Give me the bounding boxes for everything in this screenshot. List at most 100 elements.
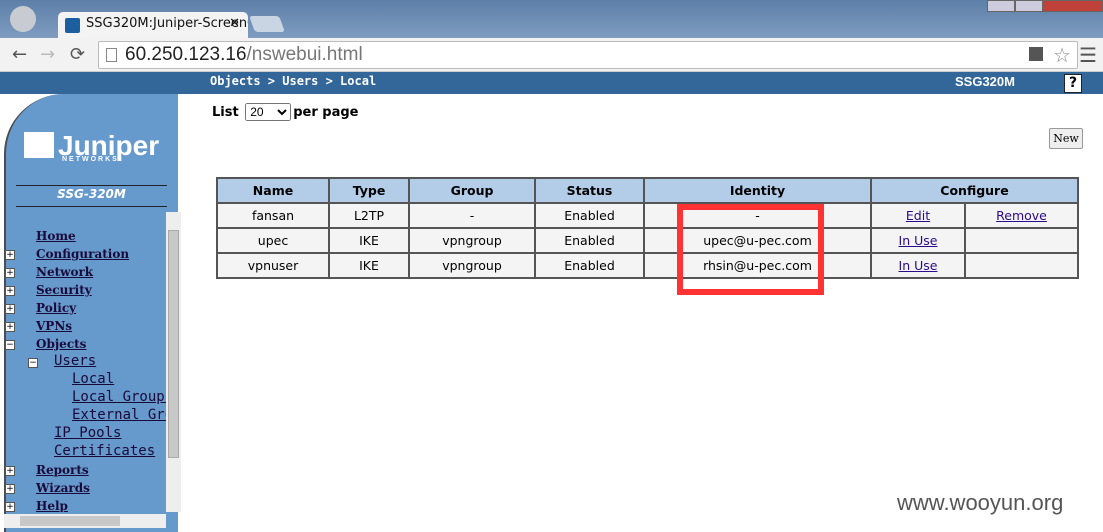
sidebar-item-users[interactable]: − Users [4,353,166,372]
cell-status: Enabled [534,252,645,279]
minimize-button[interactable] [987,0,1015,12]
sidebar-link[interactable]: Users [54,353,96,369]
divider [16,185,167,186]
collapse-icon[interactable]: − [28,358,38,368]
address-path: /nswebui.html [246,44,363,65]
sidebar-item-local-groups[interactable]: Local Groups [4,389,166,408]
cell-type: L2TP [328,202,410,229]
sidebar-item-certificates[interactable]: Certificates [4,443,166,462]
forward-button[interactable]: → [40,44,55,65]
address-host: 60.250.123.16 [125,44,247,65]
cell-status: Enabled [534,202,645,229]
sidebar-item-home[interactable]: Home [4,228,166,246]
watermark: www.wooyun.org [897,490,1064,515]
expand-icon[interactable]: + [5,268,15,278]
cell-group: vpngroup [408,227,536,254]
back-button[interactable]: ← [12,44,27,65]
col-configure: Configure [870,177,1079,204]
cell-group: vpngroup [408,252,536,279]
cell-name: vpnuser [216,252,330,279]
sidebar-item-local[interactable]: Local [4,371,166,390]
col-identity: Identity [643,177,872,204]
vertical-scrollbar[interactable] [166,212,181,512]
sidebar-link[interactable]: Local Groups [72,389,166,405]
sidebar-item-help[interactable]: + Help [4,498,166,512]
new-button[interactable]: New [1049,128,1083,149]
browser-tab[interactable]: SSG320M:Juniper-ScreenOS ✕ [58,12,248,40]
maximize-button[interactable] [1015,0,1043,12]
cell-action1: Edit [870,202,966,229]
sidebar-link[interactable]: Security [36,283,92,297]
sidebar-item-reports[interactable]: + Reports [4,462,166,480]
sidebar-link[interactable]: Objects [36,337,86,351]
nav-tree: Home + Configuration + Network + Security + Poli… [4,228,166,512]
remove-link[interactable]: Remove [996,208,1047,223]
table-row: vpnuser IKE vpngroup Enabled rhsin@u-pec.com… [216,252,1079,279]
juniper-logo: Juniper NETWORKS [24,130,159,163]
sidebar-item-configuration[interactable]: + Configuration [4,246,166,264]
sidebar-link[interactable]: External Groups [72,407,166,423]
expand-icon[interactable]: + [5,484,15,494]
divider [16,206,167,207]
close-window-button[interactable] [1043,0,1103,12]
per-page-select[interactable]: 20 [245,103,292,121]
list-control: List 20 per page [212,103,359,121]
model-name: SSG320M [955,74,1015,89]
col-status: Status [534,177,645,204]
browser-menu-icon[interactable]: ☰ [1079,43,1097,67]
in-use-link[interactable]: In Use [899,233,938,248]
bookmark-star-icon[interactable]: ☆ [1053,43,1071,68]
cell-group: - [408,202,536,229]
sidebar-link[interactable]: Home [36,229,76,243]
cell-action2 [964,252,1079,279]
expand-icon[interactable]: + [5,502,15,512]
help-button[interactable]: ? [1064,74,1082,93]
sidebar-link[interactable]: Policy [36,301,76,315]
reload-button[interactable]: ⟳ [70,44,85,65]
sidebar-link[interactable]: Network [36,265,93,279]
new-tab-button[interactable] [249,16,285,32]
translate-icon[interactable] [1029,47,1043,61]
col-group: Group [408,177,536,204]
sidebar-link[interactable]: Certificates [54,443,155,459]
expand-icon[interactable]: + [5,466,15,476]
sidebar-link[interactable]: Wizards [36,481,90,495]
sidebar-item-ip-pools[interactable]: IP Pools [4,425,166,444]
sidebar-item-policy[interactable]: + Policy [4,300,166,318]
sidebar-link[interactable]: Local [72,371,114,387]
browser-toolbar: ← → ⟳ 60.250.123.16/nswebui.html ☆ ☰ [0,38,1103,72]
collapse-icon[interactable]: − [5,340,15,350]
breadcrumb: Objects > Users > Local [210,74,377,88]
sidebar-link[interactable]: IP Pools [54,425,121,441]
sidebar-item-wizards[interactable]: + Wizards [4,480,166,498]
sidebar-item-external-groups[interactable]: External Groups [4,407,166,426]
highlight-box [677,204,824,295]
table-row: fansan L2TP - Enabled - Edit Remove [216,202,1079,229]
sidebar-item-objects[interactable]: − Objects [4,336,166,354]
cell-type: IKE [328,252,410,279]
sidebar-link[interactable]: Configuration [36,247,129,261]
tab-title: SSG320M:Juniper-ScreenOS [86,16,248,31]
sidebar-link[interactable]: Help [36,499,68,512]
list-label: List [212,105,239,120]
cell-type: IKE [328,227,410,254]
expand-icon[interactable]: + [5,322,15,332]
expand-icon[interactable]: + [5,250,15,260]
col-name: Name [216,177,330,204]
horizontal-scrollbar[interactable] [4,514,166,528]
expand-icon[interactable]: + [5,304,15,314]
sidebar-link[interactable]: VPNs [36,319,72,333]
sidebar-item-security[interactable]: + Security [4,282,166,300]
in-use-link[interactable]: In Use [899,258,938,273]
sidebar-item-vpns[interactable]: + VPNs [4,318,166,336]
edit-link[interactable]: Edit [906,208,930,223]
sidebar: Juniper NETWORKS SSG-320M Home + Configurat… [0,94,181,532]
sidebar-link[interactable]: Reports [36,463,89,477]
page-header: Objects > Users > Local SSG320M ? [0,72,1103,94]
sidebar-item-network[interactable]: + Network [4,264,166,282]
table-header-row: Name Type Group Status Identity Configur… [216,177,1079,204]
expand-icon[interactable]: + [5,286,15,296]
address-bar[interactable]: 60.250.123.16/nswebui.html ☆ [98,41,1078,69]
cell-action2: Remove [964,202,1079,229]
close-tab-icon[interactable]: ✕ [229,16,240,31]
